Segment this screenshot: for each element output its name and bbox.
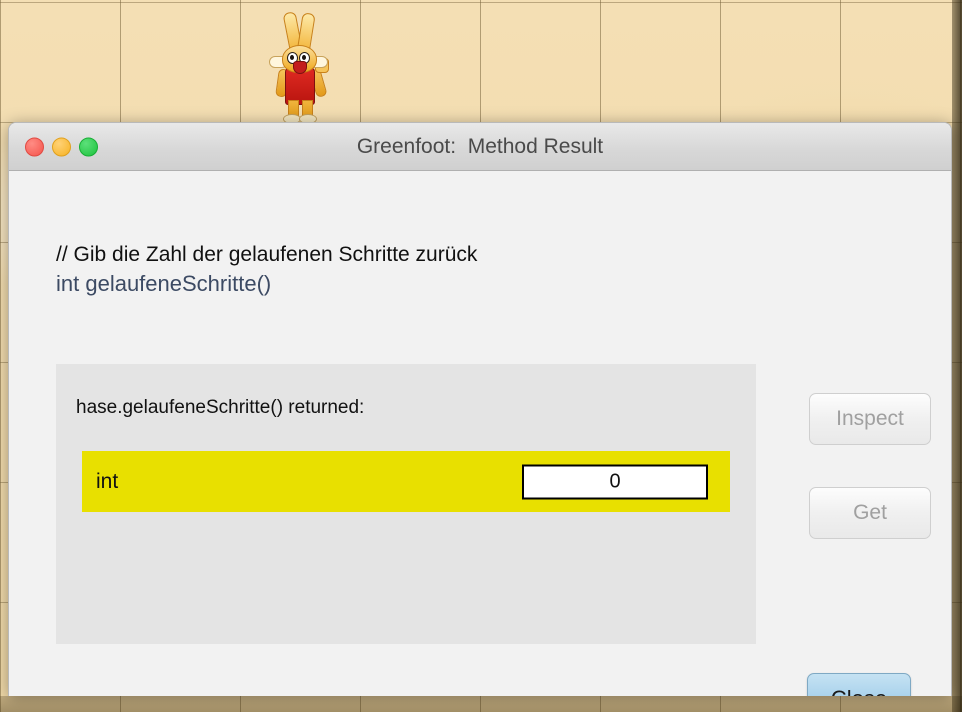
result-panel: hase.gelaufeneSchritte() returned: int 0 [56, 364, 756, 644]
result-row[interactable]: int 0 [82, 451, 730, 512]
method-comment: // Gib die Zahl der gelaufenen Schritte … [56, 243, 478, 266]
result-value-field[interactable]: 0 [522, 464, 708, 499]
result-value-text: 0 [609, 470, 621, 492]
returned-label: hase.gelaufeneSchritte() returned: [76, 397, 365, 418]
close-button[interactable]: Close [807, 673, 911, 696]
method-result-dialog: Greenfoot: Method Result // Gib die Zahl… [8, 122, 952, 696]
dialog-body: // Gib die Zahl der gelaufenen Schritte … [9, 171, 951, 696]
result-type-label: int [96, 469, 119, 493]
world-right-shadow [952, 0, 962, 712]
get-button[interactable]: Get [809, 487, 931, 539]
world-bottom-shadow [0, 696, 962, 712]
dialog-titlebar[interactable]: Greenfoot: Method Result [9, 123, 951, 171]
rabbit-head-icon [282, 45, 317, 74]
method-declaration: int gelaufeneSchritte() [56, 271, 272, 297]
method-signature-block: // Gib die Zahl der gelaufenen Schritte … [56, 241, 477, 299]
rabbit-mouth-icon [293, 61, 307, 74]
rabbit-actor[interactable] [266, 11, 332, 124]
inspect-button[interactable]: Inspect [809, 393, 931, 445]
dialog-title: Greenfoot: Method Result [356, 134, 604, 158]
